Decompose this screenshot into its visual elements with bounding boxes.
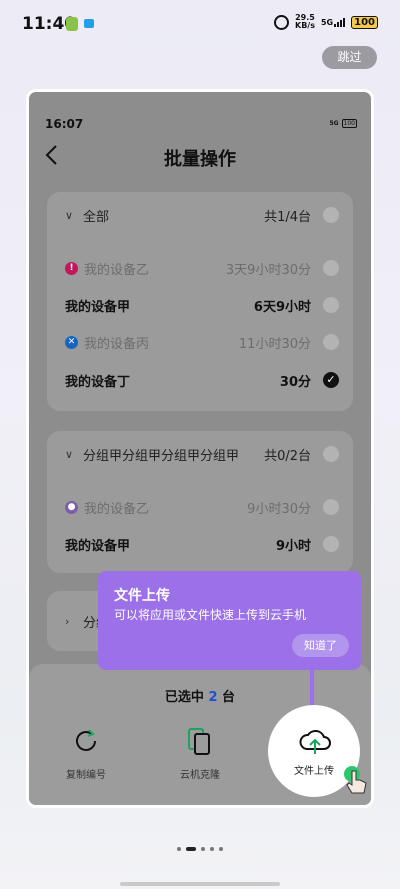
group-card-1: ∨ 分组甲分组甲分组甲分组甲 共0/2台 ● 我的设备乙 9小时30分 我的设备… [47, 431, 353, 573]
inner-battery-icon: 100 [341, 119, 357, 128]
page-dot [201, 847, 205, 851]
tooltip-description: 可以将应用或文件快速上传到云手机 [114, 608, 307, 622]
device-checkbox-checked[interactable]: ✓ [323, 372, 339, 388]
onboarding-tooltip: 文件上传 可以将应用或文件快速上传到云手机 知道了 [98, 571, 361, 670]
tap-hand-icon [344, 766, 367, 794]
select-group-checkbox[interactable] [323, 446, 339, 462]
clone-button[interactable]: 云机克隆 [165, 726, 235, 781]
chevron-right-icon: › [65, 614, 70, 628]
device-row[interactable]: 我的设备甲 6天9小时 [65, 295, 339, 315]
app-notification-icon-2 [84, 19, 94, 28]
device-checkbox[interactable] [323, 260, 339, 276]
page-dot [210, 847, 214, 851]
group-header[interactable]: ∨ 分组甲分组甲分组甲分组甲 共0/2台 [65, 444, 339, 464]
device-checkbox[interactable] [323, 297, 339, 313]
device-checkbox[interactable] [323, 334, 339, 350]
alarm-icon [274, 14, 289, 30]
device-row[interactable]: ✕ 我的设备丙 11小时30分 [65, 332, 339, 352]
battery-icon: 100 [351, 15, 378, 29]
chevron-down-icon: ∨ [65, 208, 74, 222]
skip-button[interactable]: 跳过 [322, 46, 377, 69]
device-row[interactable]: 我的设备丁 30分 ✓ [65, 370, 339, 390]
home-indicator[interactable] [120, 882, 280, 886]
chevron-down-icon: ∨ [65, 447, 74, 461]
device-row[interactable]: 我的设备甲 9小时 [65, 534, 339, 554]
page-title: 批量操作 [164, 149, 236, 170]
group-header[interactable]: ∨ 全部 共1/4台 [65, 205, 339, 225]
page-dot-active [186, 847, 196, 851]
device-checkbox[interactable] [323, 536, 339, 552]
group-card-all: ∨ 全部 共1/4台 ! 我的设备乙 3天9小时30分 我的设备甲 6天9小时 … [47, 192, 353, 411]
signal-icon: 5G [321, 17, 346, 27]
inner-status-icons: 5G 100 [329, 119, 357, 128]
device-row[interactable]: ! 我的设备乙 3天9小时30分 [65, 258, 339, 278]
page-dot [177, 847, 181, 851]
tooltip-title: 文件上传 [114, 588, 170, 604]
warning-icon: ! [65, 261, 78, 275]
status-bar: 11:40 29.5 KB/s 5G 100 [0, 0, 400, 50]
device-row[interactable]: ● 我的设备乙 9小时30分 [65, 497, 339, 517]
inner-signal-icon: 5G [329, 120, 339, 127]
network-speed: 29.5 KB/s [295, 13, 315, 30]
inner-screen: 16:07 5G 100 批量操作 ∨ 全部 共1/4台 ! 我的设备乙 3天9… [29, 92, 371, 805]
phone-mockup: 16:07 5G 100 批量操作 ∨ 全部 共1/4台 ! 我的设备乙 3天9… [26, 89, 374, 808]
inner-status-time: 16:07 [45, 117, 84, 131]
error-icon: ✕ [65, 335, 78, 349]
app-notification-icon [66, 17, 78, 31]
copy-id-button[interactable]: 复制编号 [51, 726, 121, 781]
got-it-button[interactable]: 知道了 [292, 634, 349, 657]
cloud-upload-icon [299, 730, 331, 754]
select-all-checkbox[interactable] [323, 207, 339, 223]
refresh-icon [76, 729, 96, 751]
device-checkbox[interactable] [323, 499, 339, 515]
offline-icon: ● [65, 500, 78, 514]
selection-count: 已选中 2 台 [164, 690, 236, 705]
clone-icon [188, 728, 210, 755]
page-dot [219, 847, 223, 851]
tooltip-pointer [310, 669, 314, 706]
page-indicator [0, 847, 400, 851]
